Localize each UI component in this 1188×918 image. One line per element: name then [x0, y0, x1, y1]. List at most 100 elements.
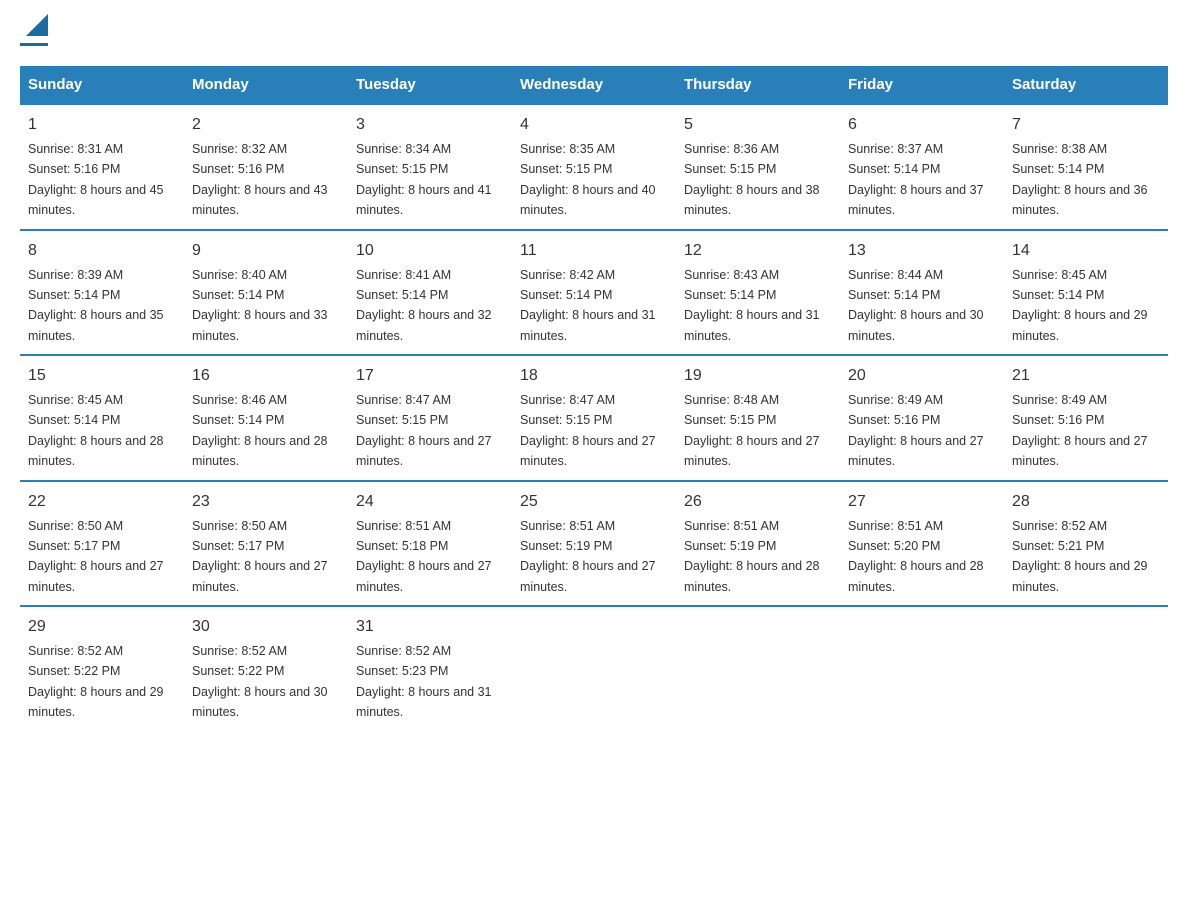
calendar-table: SundayMondayTuesdayWednesdayThursdayFrid… — [20, 66, 1168, 731]
day-info: Sunrise: 8:37 AMSunset: 5:14 PMDaylight:… — [848, 142, 984, 217]
calendar-cell: 3 Sunrise: 8:34 AMSunset: 5:15 PMDaylight… — [348, 104, 512, 230]
day-number: 2 — [192, 113, 340, 137]
calendar-header-row: SundayMondayTuesdayWednesdayThursdayFrid… — [20, 66, 1168, 104]
calendar-cell: 20 Sunrise: 8:49 AMSunset: 5:16 PMDayligh… — [840, 355, 1004, 481]
calendar-cell: 1 Sunrise: 8:31 AMSunset: 5:16 PMDaylight… — [20, 104, 184, 230]
day-info: Sunrise: 8:31 AMSunset: 5:16 PMDaylight:… — [28, 142, 164, 217]
day-info: Sunrise: 8:41 AMSunset: 5:14 PMDaylight:… — [356, 268, 492, 343]
day-number: 30 — [192, 615, 340, 639]
calendar-cell — [1004, 606, 1168, 731]
calendar-cell — [676, 606, 840, 731]
day-number: 8 — [28, 239, 176, 263]
day-info: Sunrise: 8:48 AMSunset: 5:15 PMDaylight:… — [684, 393, 820, 468]
day-info: Sunrise: 8:42 AMSunset: 5:14 PMDaylight:… — [520, 268, 656, 343]
day-number: 17 — [356, 364, 504, 388]
day-info: Sunrise: 8:49 AMSunset: 5:16 PMDaylight:… — [848, 393, 984, 468]
week-row-3: 15 Sunrise: 8:45 AMSunset: 5:14 PMDayligh… — [20, 355, 1168, 481]
day-info: Sunrise: 8:52 AMSunset: 5:21 PMDaylight:… — [1012, 519, 1148, 594]
day-number: 25 — [520, 490, 668, 514]
header-monday: Monday — [184, 66, 348, 104]
page-header — [20, 20, 1168, 46]
day-number: 13 — [848, 239, 996, 263]
calendar-cell: 24Sunrise: 8:51 AMSunset: 5:18 PMDayligh… — [348, 481, 512, 607]
day-info: Sunrise: 8:51 AMSunset: 5:20 PMDaylight:… — [848, 519, 984, 594]
day-number: 14 — [1012, 239, 1160, 263]
day-info: Sunrise: 8:52 AMSunset: 5:23 PMDaylight:… — [356, 644, 492, 719]
logo — [20, 20, 48, 46]
calendar-cell: 4 Sunrise: 8:35 AMSunset: 5:15 PMDaylight… — [512, 104, 676, 230]
week-row-4: 22 Sunrise: 8:50 AMSunset: 5:17 PMDayligh… — [20, 481, 1168, 607]
day-info: Sunrise: 8:50 AMSunset: 5:17 PMDaylight:… — [192, 519, 328, 594]
calendar-cell: 29Sunrise: 8:52 AMSunset: 5:22 PMDayligh… — [20, 606, 184, 731]
day-info: Sunrise: 8:47 AMSunset: 5:15 PMDaylight:… — [356, 393, 492, 468]
day-number: 11 — [520, 239, 668, 263]
day-info: Sunrise: 8:35 AMSunset: 5:15 PMDaylight:… — [520, 142, 656, 217]
week-row-5: 29Sunrise: 8:52 AMSunset: 5:22 PMDayligh… — [20, 606, 1168, 731]
logo-blue-part — [22, 20, 48, 41]
day-info: Sunrise: 8:39 AMSunset: 5:14 PMDaylight:… — [28, 268, 164, 343]
header-friday: Friday — [840, 66, 1004, 104]
day-number: 23 — [192, 490, 340, 514]
calendar-cell: 17 Sunrise: 8:47 AMSunset: 5:15 PMDayligh… — [348, 355, 512, 481]
calendar-cell — [512, 606, 676, 731]
day-number: 21 — [1012, 364, 1160, 388]
day-info: Sunrise: 8:46 AMSunset: 5:14 PMDaylight:… — [192, 393, 328, 468]
calendar-cell: 23 Sunrise: 8:50 AMSunset: 5:17 PMDayligh… — [184, 481, 348, 607]
week-row-2: 8 Sunrise: 8:39 AMSunset: 5:14 PMDaylight… — [20, 230, 1168, 356]
day-info: Sunrise: 8:52 AMSunset: 5:22 PMDaylight:… — [28, 644, 164, 719]
calendar-cell: 5 Sunrise: 8:36 AMSunset: 5:15 PMDaylight… — [676, 104, 840, 230]
day-info: Sunrise: 8:38 AMSunset: 5:14 PMDaylight:… — [1012, 142, 1148, 217]
header-thursday: Thursday — [676, 66, 840, 104]
calendar-cell: 12Sunrise: 8:43 AMSunset: 5:14 PMDayligh… — [676, 230, 840, 356]
day-number: 28 — [1012, 490, 1160, 514]
calendar-cell: 27 Sunrise: 8:51 AMSunset: 5:20 PMDayligh… — [840, 481, 1004, 607]
day-number: 5 — [684, 113, 832, 137]
calendar-cell: 25 Sunrise: 8:51 AMSunset: 5:19 PMDayligh… — [512, 481, 676, 607]
week-row-1: 1 Sunrise: 8:31 AMSunset: 5:16 PMDaylight… — [20, 104, 1168, 230]
day-info: Sunrise: 8:40 AMSunset: 5:14 PMDaylight:… — [192, 268, 328, 343]
day-number: 16 — [192, 364, 340, 388]
header-sunday: Sunday — [20, 66, 184, 104]
calendar-cell: 28 Sunrise: 8:52 AMSunset: 5:21 PMDayligh… — [1004, 481, 1168, 607]
day-number: 4 — [520, 113, 668, 137]
calendar-cell: 10 Sunrise: 8:41 AMSunset: 5:14 PMDayligh… — [348, 230, 512, 356]
day-info: Sunrise: 8:36 AMSunset: 5:15 PMDaylight:… — [684, 142, 820, 217]
day-info: Sunrise: 8:51 AMSunset: 5:19 PMDaylight:… — [520, 519, 656, 594]
calendar-cell: 18Sunrise: 8:47 AMSunset: 5:15 PMDayligh… — [512, 355, 676, 481]
calendar-cell: 19 Sunrise: 8:48 AMSunset: 5:15 PMDayligh… — [676, 355, 840, 481]
day-number: 22 — [28, 490, 176, 514]
day-info: Sunrise: 8:45 AMSunset: 5:14 PMDaylight:… — [1012, 268, 1148, 343]
day-number: 19 — [684, 364, 832, 388]
day-info: Sunrise: 8:52 AMSunset: 5:22 PMDaylight:… — [192, 644, 328, 719]
day-number: 10 — [356, 239, 504, 263]
calendar-cell: 14 Sunrise: 8:45 AMSunset: 5:14 PMDayligh… — [1004, 230, 1168, 356]
day-info: Sunrise: 8:49 AMSunset: 5:16 PMDaylight:… — [1012, 393, 1148, 468]
calendar-cell: 31Sunrise: 8:52 AMSunset: 5:23 PMDayligh… — [348, 606, 512, 731]
day-number: 3 — [356, 113, 504, 137]
day-number: 7 — [1012, 113, 1160, 137]
calendar-cell: 21 Sunrise: 8:49 AMSunset: 5:16 PMDayligh… — [1004, 355, 1168, 481]
calendar-cell: 7 Sunrise: 8:38 AMSunset: 5:14 PMDaylight… — [1004, 104, 1168, 230]
calendar-cell: 2 Sunrise: 8:32 AMSunset: 5:16 PMDaylight… — [184, 104, 348, 230]
calendar-cell: 30 Sunrise: 8:52 AMSunset: 5:22 PMDayligh… — [184, 606, 348, 731]
calendar-cell: 9 Sunrise: 8:40 AMSunset: 5:14 PMDaylight… — [184, 230, 348, 356]
day-number: 24 — [356, 490, 504, 514]
day-info: Sunrise: 8:34 AMSunset: 5:15 PMDaylight:… — [356, 142, 492, 217]
day-number: 20 — [848, 364, 996, 388]
calendar-cell: 22Sunrise: 8:50 AMSunset: 5:17 PMDayligh… — [20, 481, 184, 607]
day-number: 12 — [684, 239, 832, 263]
day-number: 27 — [848, 490, 996, 514]
day-info: Sunrise: 8:47 AMSunset: 5:15 PMDaylight:… — [520, 393, 656, 468]
day-number: 1 — [28, 113, 176, 137]
calendar-cell: 11 Sunrise: 8:42 AMSunset: 5:14 PMDayligh… — [512, 230, 676, 356]
day-info: Sunrise: 8:51 AMSunset: 5:19 PMDaylight:… — [684, 519, 820, 594]
calendar-cell: 15 Sunrise: 8:45 AMSunset: 5:14 PMDayligh… — [20, 355, 184, 481]
calendar-cell: 16 Sunrise: 8:46 AMSunset: 5:14 PMDayligh… — [184, 355, 348, 481]
day-info: Sunrise: 8:44 AMSunset: 5:14 PMDaylight:… — [848, 268, 984, 343]
day-info: Sunrise: 8:32 AMSunset: 5:16 PMDaylight:… — [192, 142, 328, 217]
day-info: Sunrise: 8:45 AMSunset: 5:14 PMDaylight:… — [28, 393, 164, 468]
calendar-cell: 6Sunrise: 8:37 AMSunset: 5:14 PMDaylight… — [840, 104, 1004, 230]
day-number: 9 — [192, 239, 340, 263]
day-number: 15 — [28, 364, 176, 388]
day-number: 26 — [684, 490, 832, 514]
